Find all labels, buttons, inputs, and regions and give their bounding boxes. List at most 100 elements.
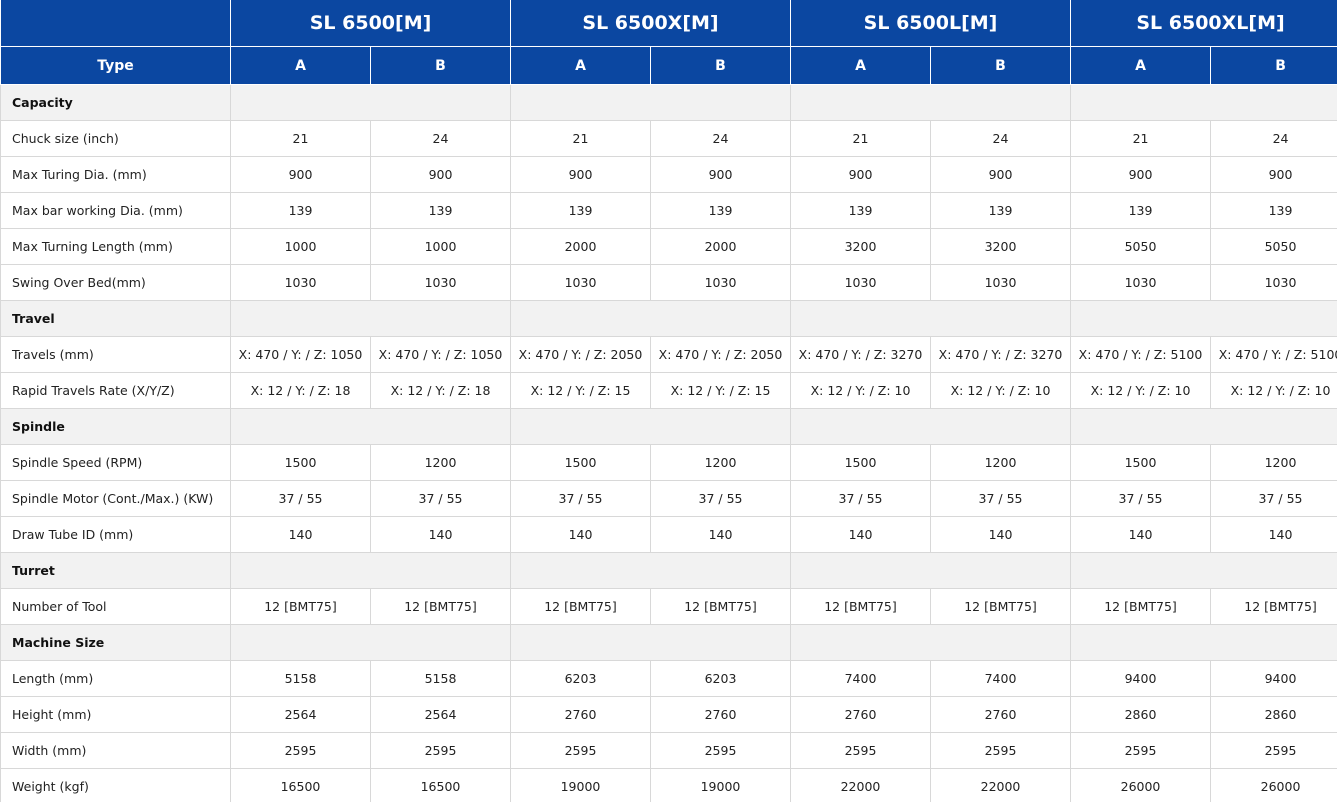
row-label: Height (mm) (0, 696, 231, 733)
row-label: Max bar working Dia. (mm) (0, 192, 231, 229)
value-cell: 7400 (929, 660, 1072, 697)
table-row: Height (mm) 2564 2564 2760 2760 2760 2760 2860 2… (0, 696, 1337, 733)
table-row: Spindle Motor (Cont./Max.) (KW) 37 / 55 37… (0, 480, 1337, 517)
value-cell: 2595 (370, 732, 511, 769)
value-cell: 140 (790, 516, 931, 553)
value-cell: 1030 (1070, 264, 1212, 301)
value-cell: 24 (650, 120, 791, 157)
value-cell: X: 12 / Y: / Z: 18 (230, 372, 371, 409)
section-fill (789, 624, 1072, 661)
value-cell: 1200 (929, 444, 1072, 481)
value-cell: X: 470 / Y: / Z: 1050 (370, 336, 511, 373)
value-cell: 2000 (650, 228, 791, 265)
value-cell: 6203 (510, 660, 651, 697)
value-cell: X: 470 / Y: / Z: 3270 (929, 336, 1072, 373)
value-cell: 2564 (230, 696, 371, 733)
model-header: SL 6500X[M] (510, 0, 791, 47)
value-cell: 2760 (650, 696, 791, 733)
section-title: Travel (0, 300, 231, 337)
section-fill (1070, 624, 1337, 661)
value-cell: 140 (230, 516, 371, 553)
table-row: Width (mm) 2595 2595 2595 2595 2595 2595 2595 25… (0, 732, 1337, 769)
value-cell: 2595 (510, 732, 651, 769)
value-cell: 140 (510, 516, 651, 553)
value-cell: 1000 (230, 228, 371, 265)
variant-header: A (790, 46, 931, 85)
variant-header: A (230, 46, 371, 85)
row-label: Spindle Motor (Cont./Max.) (KW) (0, 480, 231, 517)
value-cell: 900 (1210, 156, 1337, 193)
value-cell: 24 (929, 120, 1072, 157)
value-cell: 5158 (230, 660, 371, 697)
value-cell: 12 [BMT75] (929, 588, 1072, 625)
section-title: Spindle (0, 408, 231, 445)
value-cell: 1000 (370, 228, 511, 265)
value-cell: 37 / 55 (1070, 480, 1212, 517)
value-cell: 37 / 55 (370, 480, 511, 517)
value-cell: 1500 (230, 444, 371, 481)
row-label: Swing Over Bed(mm) (0, 264, 231, 301)
value-cell: X: 470 / Y: / Z: 3270 (790, 336, 931, 373)
spec-table: SL 6500[M] SL 6500X[M] SL 6500L[M] SL 65… (0, 0, 1337, 802)
value-cell: 22000 (790, 768, 931, 802)
value-cell: 2860 (1210, 696, 1337, 733)
value-cell: 140 (929, 516, 1072, 553)
section-fill (789, 84, 1072, 121)
value-cell: 139 (650, 192, 791, 229)
value-cell: 26000 (1210, 768, 1337, 802)
value-cell: 12 [BMT75] (790, 588, 931, 625)
row-label: Max Turning Length (mm) (0, 228, 231, 265)
value-cell: 1200 (650, 444, 791, 481)
section-fill (1070, 84, 1337, 121)
row-label: Length (mm) (0, 660, 231, 697)
section-fill (789, 408, 1072, 445)
value-cell: 2000 (510, 228, 651, 265)
row-label: Number of Tool (0, 588, 231, 625)
value-cell: 900 (370, 156, 511, 193)
row-label: Chuck size (inch) (0, 120, 231, 157)
value-cell: 5050 (1070, 228, 1212, 265)
section-fill (789, 300, 1072, 337)
value-cell: 139 (370, 192, 511, 229)
value-cell: 21 (230, 120, 371, 157)
table-row: Max bar working Dia. (mm) 139 139 139 139 139… (0, 192, 1337, 229)
model-header-row: SL 6500[M] SL 6500X[M] SL 6500L[M] SL 65… (0, 0, 1337, 47)
section-fill (510, 84, 791, 121)
table-row: Max Turing Dia. (mm) 900 900 900 900 900 900 90… (0, 156, 1337, 193)
section-row: Machine Size (0, 624, 1337, 661)
value-cell: X: 12 / Y: / Z: 10 (790, 372, 931, 409)
value-cell: 7400 (790, 660, 931, 697)
value-cell: 5158 (370, 660, 511, 697)
value-cell: 140 (1210, 516, 1337, 553)
value-cell: 6203 (650, 660, 791, 697)
row-label: Draw Tube ID (mm) (0, 516, 231, 553)
value-cell: 37 / 55 (790, 480, 931, 517)
value-cell: 139 (1070, 192, 1212, 229)
value-cell: X: 470 / Y: / Z: 2050 (650, 336, 791, 373)
section-fill (1070, 552, 1337, 589)
row-label: Rapid Travels Rate (X/Y/Z) (0, 372, 231, 409)
value-cell: X: 12 / Y: / Z: 10 (929, 372, 1072, 409)
table-row: Draw Tube ID (mm) 140 140 140 140 140 140 140 14… (0, 516, 1337, 553)
section-row: Travel (0, 300, 1337, 337)
table-row: Spindle Speed (RPM) 1500 1200 1500 1200 1500 1… (0, 444, 1337, 481)
spec-table-container: SL 6500[M] SL 6500X[M] SL 6500L[M] SL 65… (0, 0, 1337, 802)
value-cell: 2760 (929, 696, 1072, 733)
variant-header: B (1210, 46, 1337, 85)
section-fill (230, 552, 511, 589)
section-fill (510, 552, 791, 589)
value-cell: 24 (1210, 120, 1337, 157)
variant-header: B (650, 46, 791, 85)
value-cell: 21 (790, 120, 931, 157)
value-cell: 12 [BMT75] (650, 588, 791, 625)
variant-header: B (370, 46, 511, 85)
section-title: Capacity (0, 84, 231, 121)
value-cell: 19000 (650, 768, 791, 802)
table-row: Weight (kgf) 16500 16500 19000 19000 22000 220… (0, 768, 1337, 802)
value-cell: 139 (230, 192, 371, 229)
value-cell: 19000 (510, 768, 651, 802)
header-corner (0, 0, 231, 47)
table-row: Max Turning Length (mm) 1000 1000 2000 2000 3… (0, 228, 1337, 265)
value-cell: 26000 (1070, 768, 1212, 802)
section-fill (510, 300, 791, 337)
